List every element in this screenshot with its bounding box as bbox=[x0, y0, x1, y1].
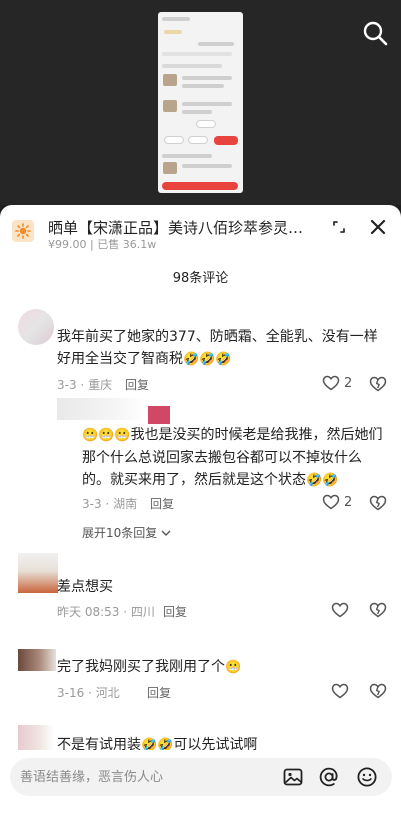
comment-body: 完了我妈刚买了我刚用了个 bbox=[57, 659, 225, 675]
reply-date: 3-3 bbox=[82, 497, 102, 511]
comment-location: 四川 bbox=[130, 605, 155, 619]
dislike-icon[interactable] bbox=[369, 683, 387, 699]
expand-replies-button[interactable]: 展开10条回复 bbox=[82, 524, 171, 541]
shared-screenshot-image bbox=[158, 12, 243, 193]
chevron-down-icon bbox=[161, 530, 171, 536]
grimace-emoji: 😬 bbox=[225, 660, 242, 675]
close-icon[interactable] bbox=[366, 215, 390, 239]
emoji-icon[interactable] bbox=[356, 766, 378, 788]
product-header[interactable]: 晒单【宋潇正品】美诗八佰珍萃参灵虫… ¥99.00 | 已售 36.1w bbox=[0, 205, 401, 257]
like-button[interactable] bbox=[331, 602, 349, 618]
expand-replies-label: 展开10条回复 bbox=[82, 526, 158, 540]
avatar[interactable] bbox=[18, 649, 56, 671]
at-icon[interactable] bbox=[318, 766, 340, 788]
comment-date: 3-3 bbox=[57, 378, 77, 392]
product-title[interactable]: 晒单【宋潇正品】美诗八佰珍萃参灵虫… bbox=[48, 217, 308, 238]
laughing-emoji: 🤣🤣 bbox=[306, 473, 339, 488]
heart-icon bbox=[322, 375, 340, 391]
comment-date: 3-16 bbox=[57, 686, 85, 700]
reply-meta: 3-3 · 湖南 bbox=[82, 497, 138, 511]
comment-meta: 3-3 · 重庆 bbox=[57, 378, 113, 392]
like-button[interactable]: 2 bbox=[322, 375, 352, 391]
expand-icon[interactable] bbox=[327, 215, 351, 239]
comment-count: 98条评论 bbox=[172, 271, 229, 286]
like-count: 2 bbox=[344, 494, 353, 510]
like-button[interactable]: 2 bbox=[322, 494, 352, 510]
comment-meta: 3-16 · 河北 bbox=[57, 686, 120, 700]
product-icon bbox=[12, 220, 34, 242]
reply-avatar-blur bbox=[57, 398, 147, 420]
dislike-icon[interactable] bbox=[369, 376, 387, 392]
search-icon[interactable] bbox=[360, 18, 390, 48]
comment-location: 重庆 bbox=[88, 378, 113, 392]
grimace-emoji: 😬😬😬 bbox=[82, 428, 131, 443]
dislike-icon[interactable] bbox=[369, 602, 387, 618]
reply-location: 湖南 bbox=[113, 497, 138, 511]
reply-button[interactable]: 回复 bbox=[150, 495, 174, 512]
comment-sheet: 晒单【宋潇正品】美诗八佰珍萃参灵虫… ¥99.00 | 已售 36.1w 98条… bbox=[0, 205, 401, 821]
comment-input-bar bbox=[0, 750, 401, 821]
video-area[interactable] bbox=[0, 0, 401, 205]
dislike-icon[interactable] bbox=[369, 495, 387, 511]
reply-username-blur bbox=[148, 406, 170, 424]
comment-text: 完了我妈刚买了我刚用了个😬 bbox=[57, 656, 241, 679]
product-meta: ¥99.00 | 已售 36.1w bbox=[48, 236, 156, 252]
comment-location: 河北 bbox=[95, 686, 120, 700]
avatar[interactable] bbox=[18, 725, 54, 751]
laughing-emoji: 🤣🤣🤣 bbox=[183, 352, 232, 367]
heart-icon bbox=[322, 494, 340, 510]
heart-icon bbox=[331, 602, 349, 618]
comment-text: 我年前买了她家的377、防晒霜、全能乳、没有一样好用全当交了智商税🤣🤣🤣 bbox=[57, 326, 387, 371]
avatar[interactable] bbox=[18, 309, 54, 345]
image-icon[interactable] bbox=[282, 766, 304, 788]
comment-meta: 昨天 08:53 · 四川 bbox=[57, 605, 155, 619]
reply-button[interactable]: 回复 bbox=[163, 603, 187, 620]
product-sold: 已售 36.1w bbox=[97, 238, 157, 251]
reply-button[interactable]: 回复 bbox=[125, 376, 149, 393]
reply-button[interactable]: 回复 bbox=[147, 684, 171, 701]
like-button[interactable] bbox=[331, 683, 349, 699]
heart-icon bbox=[331, 683, 349, 699]
avatar[interactable] bbox=[18, 553, 58, 593]
product-price: ¥99.00 bbox=[48, 238, 87, 251]
reply-text: 😬😬😬我也是没买的时候老是给我推，然后她们那个什么总说回家去搬包谷都可以不掉妆什… bbox=[82, 424, 387, 492]
like-count: 2 bbox=[344, 375, 353, 391]
comment-date: 昨天 08:53 bbox=[57, 605, 120, 619]
comment-text: 差点想买 bbox=[57, 579, 113, 595]
